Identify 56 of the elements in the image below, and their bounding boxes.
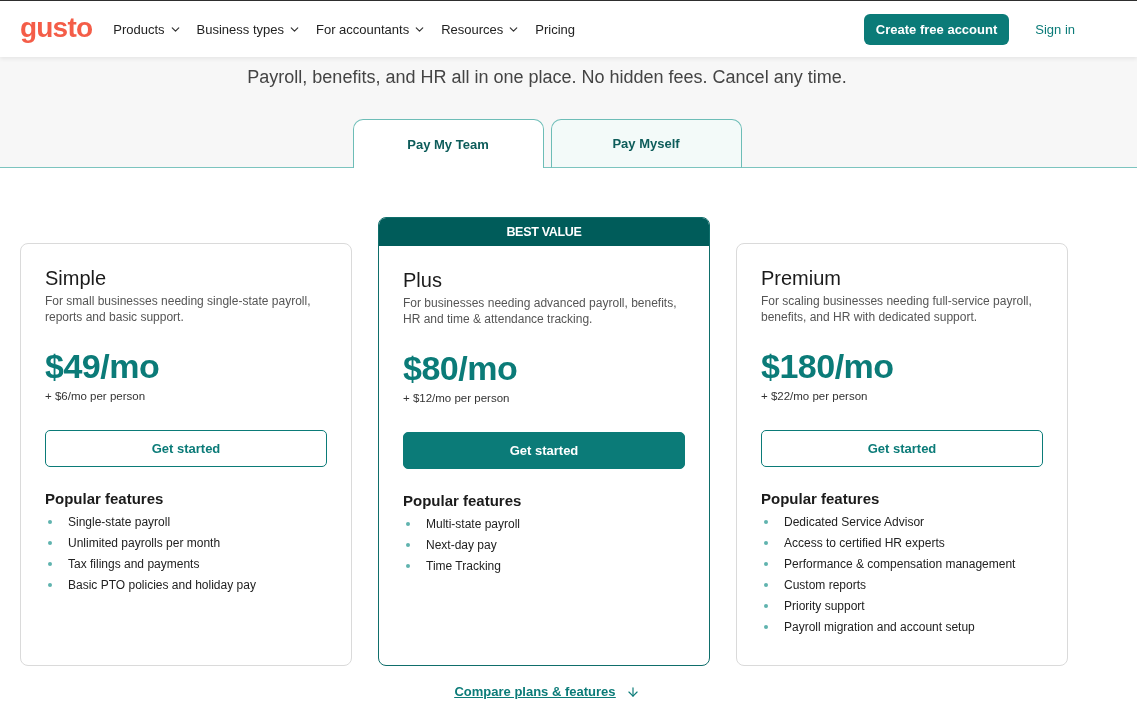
per-person-price: + $12/mo per person: [403, 391, 511, 406]
best-value-badge: BEST VALUE: [379, 218, 709, 246]
sign-in-link[interactable]: Sign in: [1035, 21, 1075, 37]
feature-text: Custom reports: [784, 576, 867, 593]
feature-text: Payroll migration and account setup: [784, 618, 975, 635]
feature-text: Multi-state payroll: [426, 515, 521, 532]
nav-menu-button[interactable]: Products: [113, 19, 182, 39]
feature-text: Access to certified HR experts: [784, 534, 945, 551]
bullet-icon: [48, 519, 52, 524]
bullet-icon: [406, 542, 410, 547]
feature-text: Time Tracking: [426, 557, 501, 574]
feature-text: Performance & compensation management: [784, 555, 1016, 572]
plan-description: For small businesses needing single-state payroll, reports and basic support.: [45, 293, 312, 325]
bullet-icon: [406, 563, 410, 568]
bullet-icon: [764, 624, 768, 629]
get-started-button[interactable]: Get started: [761, 430, 1043, 467]
plan-price: $80/mo: [403, 348, 519, 388]
nav-link[interactable]: Pricing: [535, 19, 576, 39]
compare-plans-link[interactable]: Compare plans & features: [454, 684, 640, 699]
bullet-icon: [764, 519, 768, 524]
plan-description: For businesses needing advanced payroll, benefits, HR and time & attendance tracking.: [403, 295, 678, 327]
nav-menu-button[interactable]: Resources: [441, 19, 521, 39]
feature-text: Priority support: [784, 597, 865, 614]
plan-name: Plus: [403, 268, 443, 292]
plan-price: $49/mo: [45, 346, 161, 386]
bullet-icon: [764, 603, 768, 608]
feature-text: Next-day pay: [426, 536, 497, 553]
features-heading: Popular features: [403, 491, 523, 511]
plan-description: For scaling businesses needing full-service payroll, benefits, and HR with dedicated support.: [761, 293, 1033, 325]
create-account-button[interactable]: Create free account: [863, 13, 1010, 45]
features-heading: Popular features: [761, 489, 881, 509]
feature-text: Tax filings and payments: [68, 555, 200, 572]
feature-text: Unlimited payrolls per month: [68, 534, 221, 551]
plan-tab[interactable]: Pay My Team: [352, 119, 544, 168]
nav-menu-button[interactable]: For accountants: [315, 19, 427, 39]
per-person-price: + $22/mo per person: [761, 389, 869, 404]
feature-text: Single-state payroll: [68, 513, 171, 530]
bullet-icon: [764, 540, 768, 545]
bullet-icon: [764, 582, 768, 587]
tagline: Payroll, benefits, and HR all in one place. No hidden fees. Cancel any time.: [247, 66, 847, 89]
nav-menu-button[interactable]: Business types: [196, 19, 301, 39]
features-heading: Popular features: [45, 489, 165, 509]
bullet-icon: [764, 561, 768, 566]
feature-text: Dedicated Service Advisor: [784, 513, 925, 530]
bullet-icon: [406, 521, 410, 526]
bullet-icon: [48, 540, 52, 545]
per-person-price: + $6/mo per person: [45, 389, 147, 404]
get-started-button[interactable]: Get started: [45, 430, 327, 467]
plan-price: $180/mo: [761, 346, 895, 386]
bullet-icon: [48, 561, 52, 566]
plan-tab[interactable]: Pay Myself: [550, 119, 742, 168]
feature-text: Basic PTO policies and holiday pay: [68, 576, 256, 593]
get-started-button[interactable]: Get started: [403, 432, 685, 469]
plan-name: Simple: [45, 266, 108, 290]
bullet-icon: [48, 582, 52, 587]
plan-name: Premium: [761, 266, 842, 290]
